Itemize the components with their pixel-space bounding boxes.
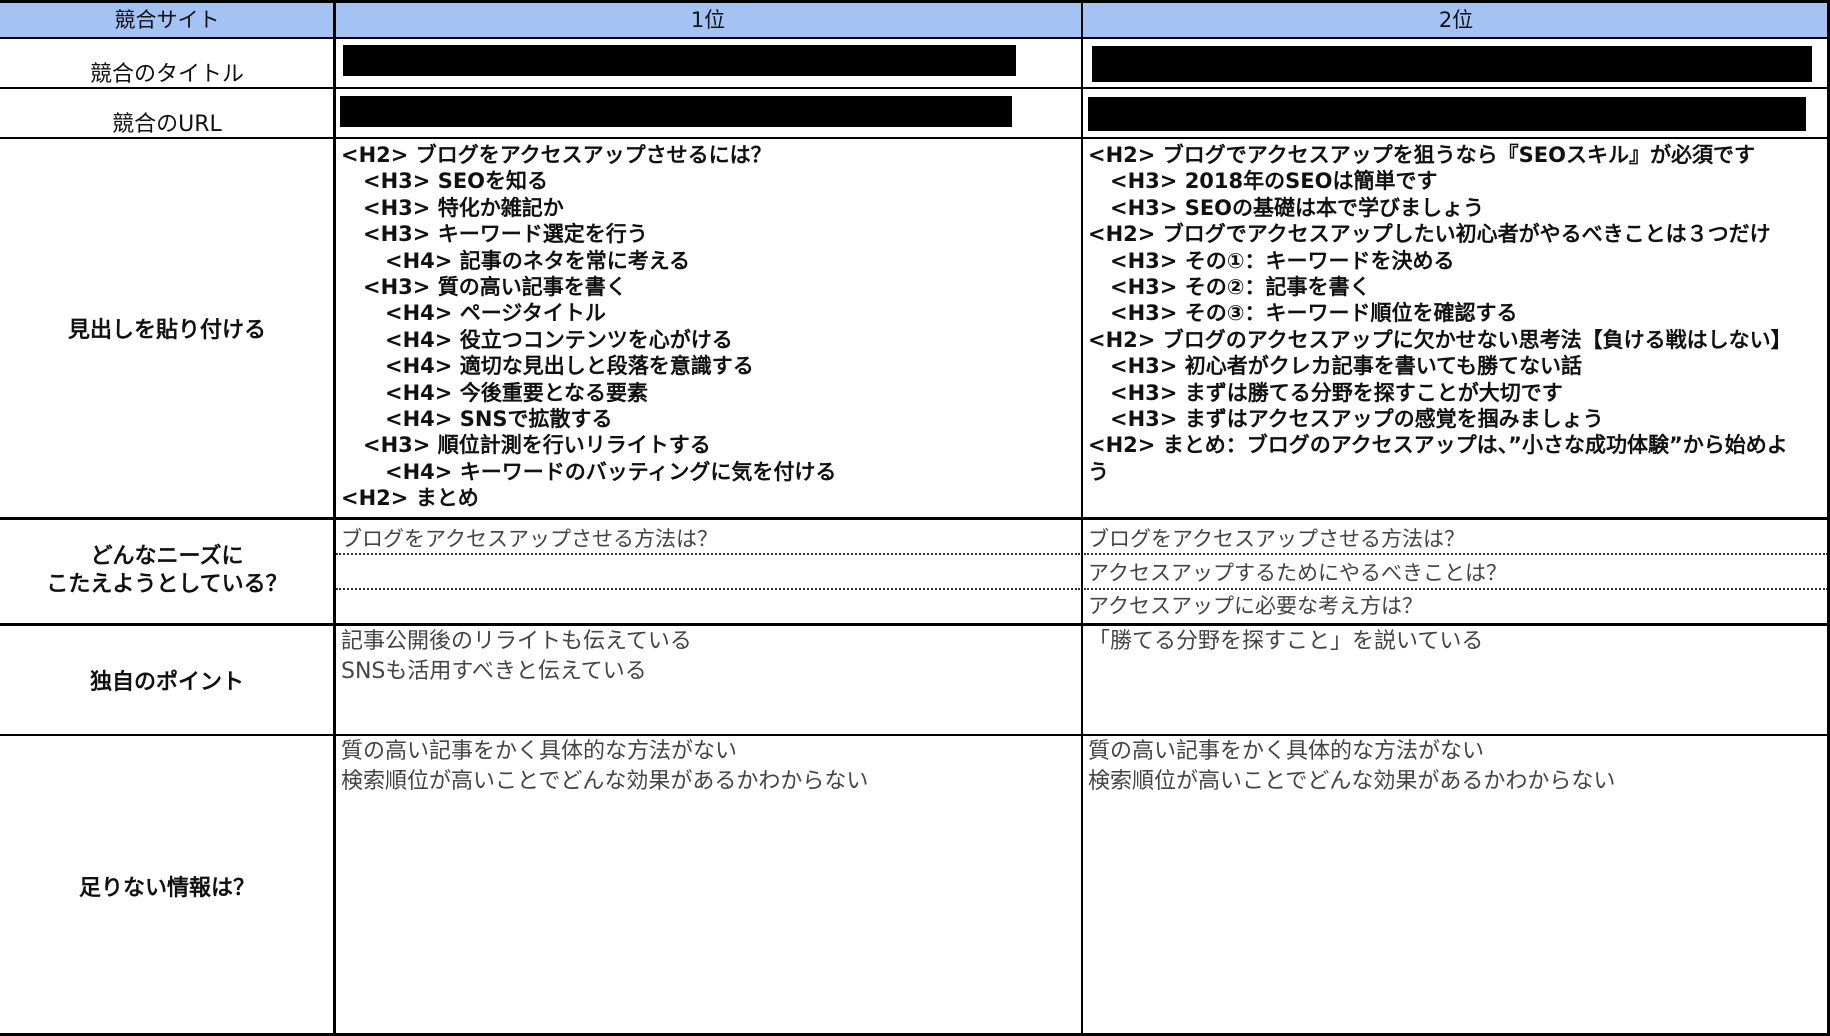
grid-line-col bbox=[1081, 0, 1083, 1036]
needs-divider bbox=[1084, 553, 1828, 555]
heading-h3-item: <H3> まずは勝てる分野を探すことが大切です bbox=[1110, 380, 1563, 405]
row-label-needs: どんなニーズに こたえようとしている？ bbox=[0, 518, 334, 624]
grid-border-top bbox=[0, 0, 1830, 3]
heading-h2-item: <H2> ブログをアクセスアップさせるには？ bbox=[341, 143, 772, 167]
missing-line: 質の高い記事をかく具体的な方法がない bbox=[1088, 739, 1485, 764]
unique-points-rank1: 記事公開後のリライトも伝えている SNSも活用すべきと伝えている bbox=[341, 627, 692, 687]
missing-info-rank2: 質の高い記事をかく具体的な方法がない 検索順位が高いことでどんな効果があるかわか… bbox=[1088, 737, 1615, 797]
heading-h4-item: <H4> 記事のネタを常に考える bbox=[385, 248, 691, 273]
needs-item-rank1: ブログをアクセスアップさせる方法は？ bbox=[341, 527, 718, 551]
row-label-headings: 見出しを貼り付ける bbox=[0, 138, 334, 518]
heading-h4-item: <H4> ページタイトル bbox=[385, 301, 606, 326]
grid-line-row bbox=[0, 87, 1830, 89]
grid-line-row bbox=[0, 517, 1830, 520]
redacted-title-rank1 bbox=[343, 45, 1016, 76]
grid-line-row bbox=[0, 137, 1830, 139]
needs-label-line2: こたえようとしている？ bbox=[46, 572, 288, 597]
row-label-url: 競合のURL bbox=[0, 88, 334, 138]
heading-h3-item: <H3> 質の高い記事を書く bbox=[363, 275, 627, 300]
unique-points-rank2: 「勝てる分野を探すこと」を説いている bbox=[1088, 627, 1483, 657]
header-rank1-label: 1位 bbox=[690, 8, 726, 32]
needs-item-rank2: アクセスアップするためにやるべきことは？ bbox=[1088, 561, 1507, 585]
needs-item-rank2: ブログをアクセスアップさせる方法は？ bbox=[1088, 527, 1465, 551]
heading-h3-item: <H3> SEOの基礎は本で学びましょう bbox=[1110, 195, 1485, 220]
heading-h3-item: <H3> 2018年のSEOは簡単です bbox=[1110, 169, 1438, 194]
heading-h3-item: <H3> その①：キーワードを決める bbox=[1110, 248, 1455, 273]
heading-h2-item: <H2> まとめ：ブログのアクセスアップは、”小さな成功体験”から始めよう bbox=[1088, 433, 1788, 484]
needs-item-rank2: アクセスアップに必要な考え方は？ bbox=[1088, 594, 1423, 618]
unique-label: 独自のポイント bbox=[89, 669, 244, 695]
heading-h2-item: <H2> ブログでアクセスアップしたい初心者がやるべきことは３つだけ bbox=[1088, 222, 1771, 247]
missing-info-rank1: 質の高い記事をかく具体的な方法がない 検索順位が高いことでどんな効果があるかわか… bbox=[341, 737, 868, 797]
heading-h3-item: <H3> 順位計測を行いリライトする bbox=[363, 433, 711, 458]
heading-h2-item: <H2> ブログでアクセスアップを狙うなら『SEOスキル』が必須です bbox=[1088, 143, 1755, 167]
heading-h4-item: <H4> キーワードのバッティングに気を付ける bbox=[385, 459, 837, 484]
heading-h2-item: <H2> ブログのアクセスアップに欠かせない思考法【負ける戦はしない】 bbox=[1088, 327, 1792, 352]
header-cell-rank1: 1位 bbox=[334, 0, 1082, 38]
row-label-title: 競合のタイトル bbox=[0, 38, 334, 88]
header-site-label: 競合サイト bbox=[114, 8, 220, 32]
heading-h3-item: <H3> その②：記事を書く bbox=[1110, 275, 1371, 300]
heading-h3-item: <H3> キーワード選定を行う bbox=[363, 222, 648, 247]
missing-line: 検索順位が高いことでどんな効果があるかわからない bbox=[1088, 769, 1616, 794]
comparison-sheet: 競合サイト 1位 2位 競合のタイトル 競合のURL 見出しを貼り付ける どんな… bbox=[0, 0, 1830, 1036]
heading-h3-item: <H3> 初心者がクレカ記事を書いても勝てない話 bbox=[1110, 354, 1583, 379]
grid-line-row bbox=[0, 734, 1830, 736]
row-label-unique: 独自のポイント bbox=[0, 624, 334, 735]
heading-h3-item: <H3> まずはアクセスアップの感覚を掴みましょう bbox=[1110, 407, 1604, 432]
heading-h4-item: <H4> 役立つコンテンツを心がける bbox=[385, 327, 733, 352]
unique-line: 記事公開後のリライトも伝えている bbox=[341, 629, 692, 654]
needs-divider bbox=[336, 588, 1080, 590]
header-cell-site: 競合サイト bbox=[0, 0, 334, 38]
url-label: 競合のURL bbox=[112, 112, 222, 137]
needs-divider bbox=[336, 553, 1080, 555]
heading-h4-item: <H4> SNSで拡散する bbox=[385, 407, 613, 432]
unique-line: 「勝てる分野を探すこと」を説いている bbox=[1088, 629, 1484, 654]
heading-h3-item: <H3> 特化か雑記か bbox=[363, 195, 564, 220]
heading-h2-item: <H2> まとめ bbox=[341, 486, 479, 511]
redacted-title-rank2 bbox=[1092, 46, 1812, 82]
title-label: 競合のタイトル bbox=[89, 62, 244, 87]
missing-line: 質の高い記事をかく具体的な方法がない bbox=[341, 739, 738, 764]
heading-h3-item: <H3> SEOを知る bbox=[363, 169, 549, 194]
redacted-url-rank2 bbox=[1088, 97, 1806, 131]
headings-outline-rank1: <H2> ブログをアクセスアップさせるには？ <H3> SEOを知る <H3> 特化… bbox=[341, 142, 1076, 512]
heading-h3-item: <H3> その③：キーワード順位を確認する bbox=[1110, 301, 1518, 326]
missing-line: 検索順位が高いことでどんな効果があるかわからない bbox=[341, 769, 869, 794]
grid-line-col bbox=[333, 0, 336, 1036]
unique-line: SNSも活用すべきと伝えている bbox=[341, 659, 647, 684]
grid-line-header bbox=[0, 37, 1830, 39]
headings-outline-rank2: <H2> ブログでアクセスアップを狙うなら『SEOスキル』が必須です <H3> 2… bbox=[1088, 142, 1792, 485]
missing-label: 足りない情報は？ bbox=[78, 875, 255, 901]
needs-label-line1: どんなニーズに bbox=[90, 544, 244, 569]
grid-line-row bbox=[0, 623, 1830, 626]
redacted-url-rank1 bbox=[340, 96, 1012, 127]
heading-h4-item: <H4> 今後重要となる要素 bbox=[385, 380, 649, 405]
header-rank2-label: 2位 bbox=[1438, 8, 1474, 32]
heading-h4-item: <H4> 適切な見出しと段落を意識する bbox=[385, 354, 754, 379]
headings-label: 見出しを貼り付ける bbox=[67, 318, 266, 343]
row-label-missing: 足りない情報は？ bbox=[0, 735, 334, 1036]
header-cell-rank2: 2位 bbox=[1082, 0, 1830, 38]
